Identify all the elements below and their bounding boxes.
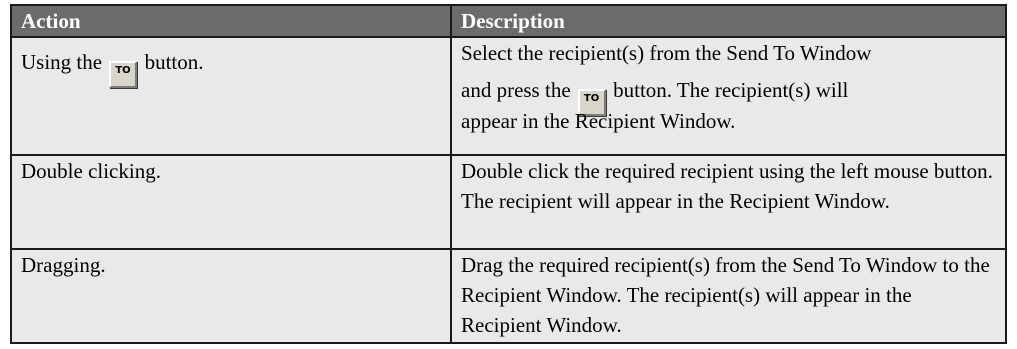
description-line: Select the recipient(s) from the Send To… — [461, 41, 872, 65]
description-line: appear in the Recipient Window. — [461, 109, 736, 133]
header-row: Action Description — [10, 4, 1007, 38]
action-cell: Double clicking. — [10, 154, 452, 250]
description-text-pre: and press the — [461, 78, 571, 102]
actions-table: Action Description Using the TO button. … — [10, 4, 1007, 344]
table-row: Dragging. Drag the required recipient(s)… — [10, 248, 1007, 344]
table-row: Double clicking. Double click the requir… — [10, 154, 1007, 250]
header-description: Description — [450, 4, 1007, 38]
description-text-post: button. The recipient(s) will — [613, 78, 849, 102]
action-text-pre: Using the — [21, 50, 103, 74]
table-row: Using the TO button. Select the recipien… — [10, 36, 1007, 156]
description-cell: Double click the required recipient usin… — [450, 154, 1007, 250]
to-button-label: TO — [115, 65, 131, 76]
description-cell: Drag the required recipient(s) from the … — [450, 248, 1007, 344]
action-cell: Using the TO button. — [10, 36, 452, 156]
action-text-post: button. — [144, 50, 204, 74]
header-action: Action — [10, 4, 452, 38]
to-button-label: TO — [583, 93, 600, 104]
action-cell: Dragging. — [10, 248, 452, 344]
description-cell: Select the recipient(s) from the Send To… — [450, 36, 1007, 156]
to-button-icon: TO — [109, 61, 138, 88]
